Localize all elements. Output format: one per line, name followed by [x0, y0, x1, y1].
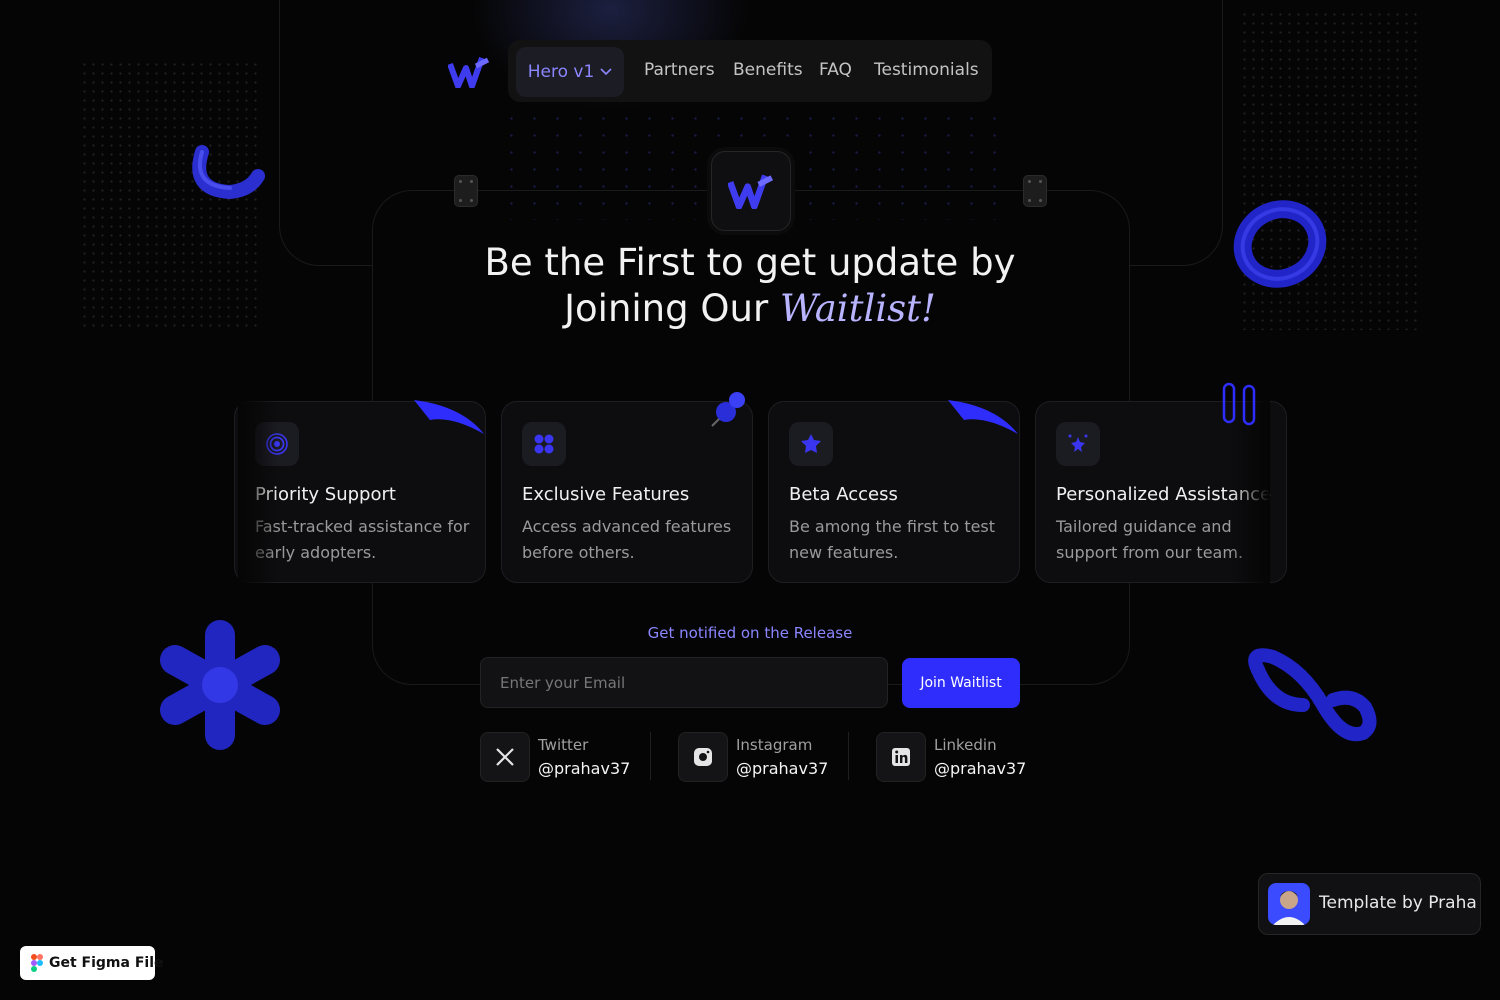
social-twitter[interactable]: Twitter @prahav37: [480, 732, 640, 782]
paperclip-icon: [1222, 382, 1256, 426]
social-label: Instagram: [736, 736, 813, 754]
social-icon-box: [678, 732, 728, 782]
infinity-shape-icon: [1248, 648, 1377, 742]
social-icon-box: [480, 732, 530, 782]
hero-headline: Be the First to get update by Joining Ou…: [400, 240, 1100, 332]
chevron-down-icon: [600, 68, 612, 76]
divider: [650, 732, 651, 780]
brand-logo-large-icon: [728, 174, 774, 209]
nav-link-faq[interactable]: FAQ: [819, 60, 852, 80]
social-label: Linkedin: [934, 736, 997, 754]
avatar: [1268, 883, 1310, 925]
center-logo-box: [711, 151, 791, 231]
social-handle: @prahav37: [538, 759, 631, 778]
arc-shape-icon: [192, 145, 265, 200]
cards-fade-left: [238, 395, 278, 590]
frame-pin-left: [454, 175, 478, 207]
card-icon-box: [522, 422, 566, 466]
linkedin-icon: [892, 748, 910, 766]
pushpin-icon: [711, 392, 745, 427]
email-field[interactable]: [480, 657, 888, 708]
sparkle-icon: [1068, 434, 1088, 452]
card-title: Exclusive Features: [522, 484, 690, 505]
avatar-portrait-icon: [1273, 891, 1305, 925]
card-icon-box: [1056, 422, 1100, 466]
template-badge-label: Template by Praha: [1319, 893, 1477, 913]
join-waitlist-button[interactable]: Join Waitlist: [902, 658, 1020, 708]
torus-shape-icon: [1233, 200, 1327, 288]
card-icon-box: [789, 422, 833, 466]
grid-icon: [534, 434, 554, 454]
nav-link-partners[interactable]: Partners: [644, 60, 715, 80]
card-description: Be among the first to test new features.: [789, 517, 996, 562]
social-instagram[interactable]: Instagram @prahav37: [678, 732, 838, 782]
nav-link-testimonials[interactable]: Testimonials: [874, 60, 979, 80]
social-handle: @prahav37: [934, 759, 1027, 778]
frame-pin-right: [1023, 175, 1047, 207]
notify-text: Get notified on the Release: [647, 624, 853, 642]
get-figma-file-button[interactable]: Get Figma File: [20, 946, 164, 980]
social-icon-box: [876, 732, 926, 782]
star-badge-icon: [801, 434, 821, 453]
hero-accent: Waitlist!: [779, 287, 936, 330]
card-description: Access advanced features before others.: [522, 517, 732, 562]
nav-link-benefits[interactable]: Benefits: [733, 60, 803, 80]
hero-line-2-prefix: Joining Our: [564, 287, 769, 330]
asterisk-shape-icon: [160, 620, 280, 750]
social-linkedin[interactable]: Linkedin @prahav37: [876, 732, 1036, 782]
page-curl-icon: [948, 400, 1018, 434]
nav-dropdown-label: Hero v1: [527, 62, 595, 82]
social-handle: @prahav37: [736, 759, 829, 778]
nav-dropdown-hero[interactable]: Hero v1: [516, 47, 624, 97]
instagram-icon: [694, 748, 712, 766]
page-curl-icon: [414, 400, 484, 434]
divider: [848, 732, 849, 780]
hero-line-1: Be the First to get update by: [484, 241, 1016, 284]
figma-button-label: Get Figma File: [49, 955, 164, 971]
card-title: Beta Access: [789, 484, 898, 505]
social-label: Twitter: [538, 736, 589, 754]
brand-logo-icon[interactable]: [448, 56, 490, 88]
figma-icon: [31, 954, 43, 972]
template-badge[interactable]: Template by Praha: [1258, 873, 1481, 935]
hero-line-2: Joining Our Waitlist!: [400, 286, 1100, 332]
x-icon: [496, 748, 514, 766]
card-description: Fast-tracked assistance for early adopte…: [255, 517, 470, 562]
